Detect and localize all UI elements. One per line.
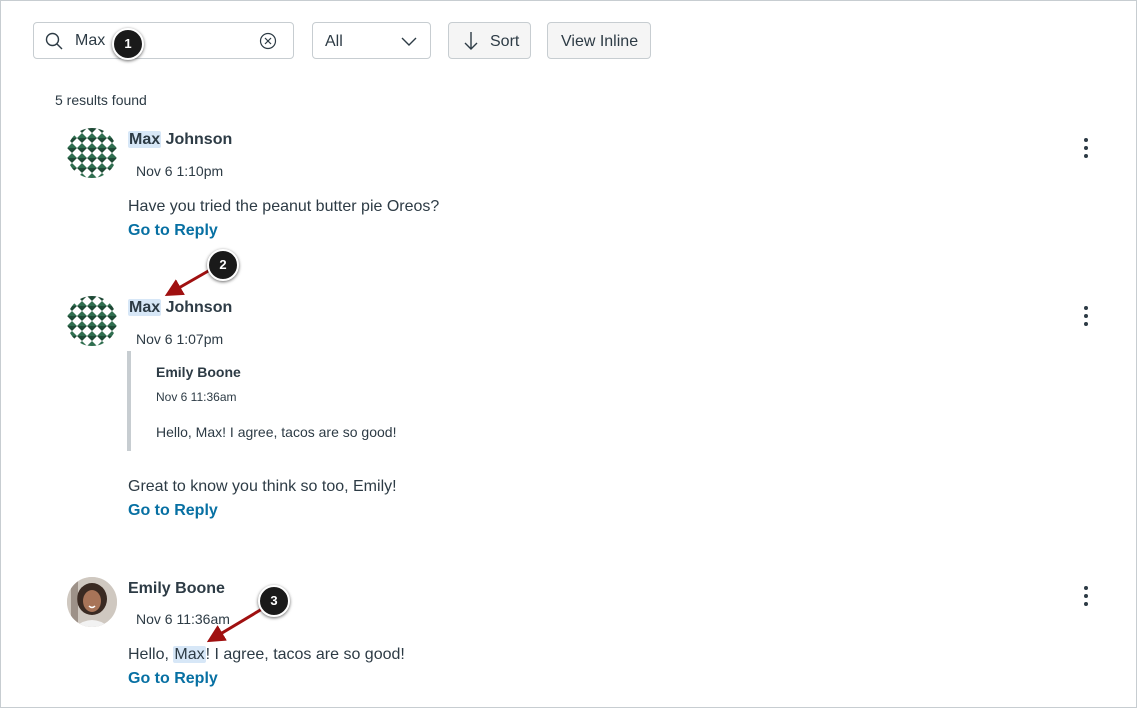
author-name[interactable]: Emily Boone bbox=[128, 580, 225, 598]
quoted-text: Hello, Max! I agree, tacos are so good! bbox=[156, 424, 397, 440]
post-message: Hello, Max! I agree, tacos are so good! bbox=[128, 646, 405, 664]
message-text: ! I agree, tacos are so good! bbox=[205, 646, 405, 663]
author-name[interactable]: Max Johnson bbox=[128, 131, 232, 149]
avatar[interactable] bbox=[67, 296, 117, 346]
search-input[interactable]: Max bbox=[33, 22, 294, 59]
more-vertical-icon[interactable] bbox=[1078, 305, 1094, 327]
view-inline-button[interactable]: View Inline bbox=[547, 22, 651, 59]
sort-button-label: Sort bbox=[490, 33, 520, 50]
search-highlight: Max bbox=[173, 646, 206, 663]
sort-button[interactable]: Sort bbox=[448, 22, 531, 59]
quoted-author: Emily Boone bbox=[156, 364, 241, 380]
go-to-reply-link[interactable]: Go to Reply bbox=[128, 502, 218, 520]
message-text: Hello, bbox=[128, 646, 174, 663]
post-date: Nov 6 11:36am bbox=[136, 611, 230, 627]
filter-selected-value: All bbox=[325, 33, 343, 50]
post-date: Nov 6 1:10pm bbox=[136, 163, 224, 179]
clear-icon[interactable] bbox=[259, 32, 277, 50]
author-name-rest: Johnson bbox=[161, 299, 233, 316]
search-highlight: Max bbox=[128, 299, 162, 316]
quoted-reply: Emily Boone Nov 6 11:36am Hello, Max! I … bbox=[127, 351, 431, 451]
go-to-reply-link[interactable]: Go to Reply bbox=[128, 222, 218, 240]
search-icon bbox=[45, 32, 63, 50]
search-value: Max bbox=[75, 32, 106, 49]
view-inline-button-label: View Inline bbox=[561, 33, 639, 50]
filter-select[interactable]: All bbox=[312, 22, 431, 59]
avatar[interactable] bbox=[67, 577, 117, 627]
more-vertical-icon[interactable] bbox=[1078, 137, 1094, 159]
quoted-date: Nov 6 11:36am bbox=[156, 390, 237, 404]
results-count: 5 results found bbox=[55, 92, 147, 108]
annotation-callout-2: 2 bbox=[207, 249, 239, 281]
post-message: Have you tried the peanut butter pie Ore… bbox=[128, 198, 440, 215]
post-message: Great to know you think so too, Emily! bbox=[128, 478, 397, 495]
post-date: Nov 6 1:07pm bbox=[136, 331, 224, 347]
annotation-callout-1: 1 bbox=[112, 28, 144, 60]
avatar[interactable] bbox=[67, 128, 117, 178]
chevron-down-icon bbox=[401, 37, 417, 46]
more-vertical-icon[interactable] bbox=[1078, 585, 1094, 607]
arrow-down-icon bbox=[464, 32, 478, 50]
go-to-reply-link[interactable]: Go to Reply bbox=[128, 670, 218, 688]
annotation-callout-3: 3 bbox=[258, 585, 290, 617]
author-name[interactable]: Max Johnson bbox=[128, 299, 232, 317]
search-highlight: Max bbox=[128, 131, 162, 148]
author-name-rest: Johnson bbox=[161, 131, 233, 148]
